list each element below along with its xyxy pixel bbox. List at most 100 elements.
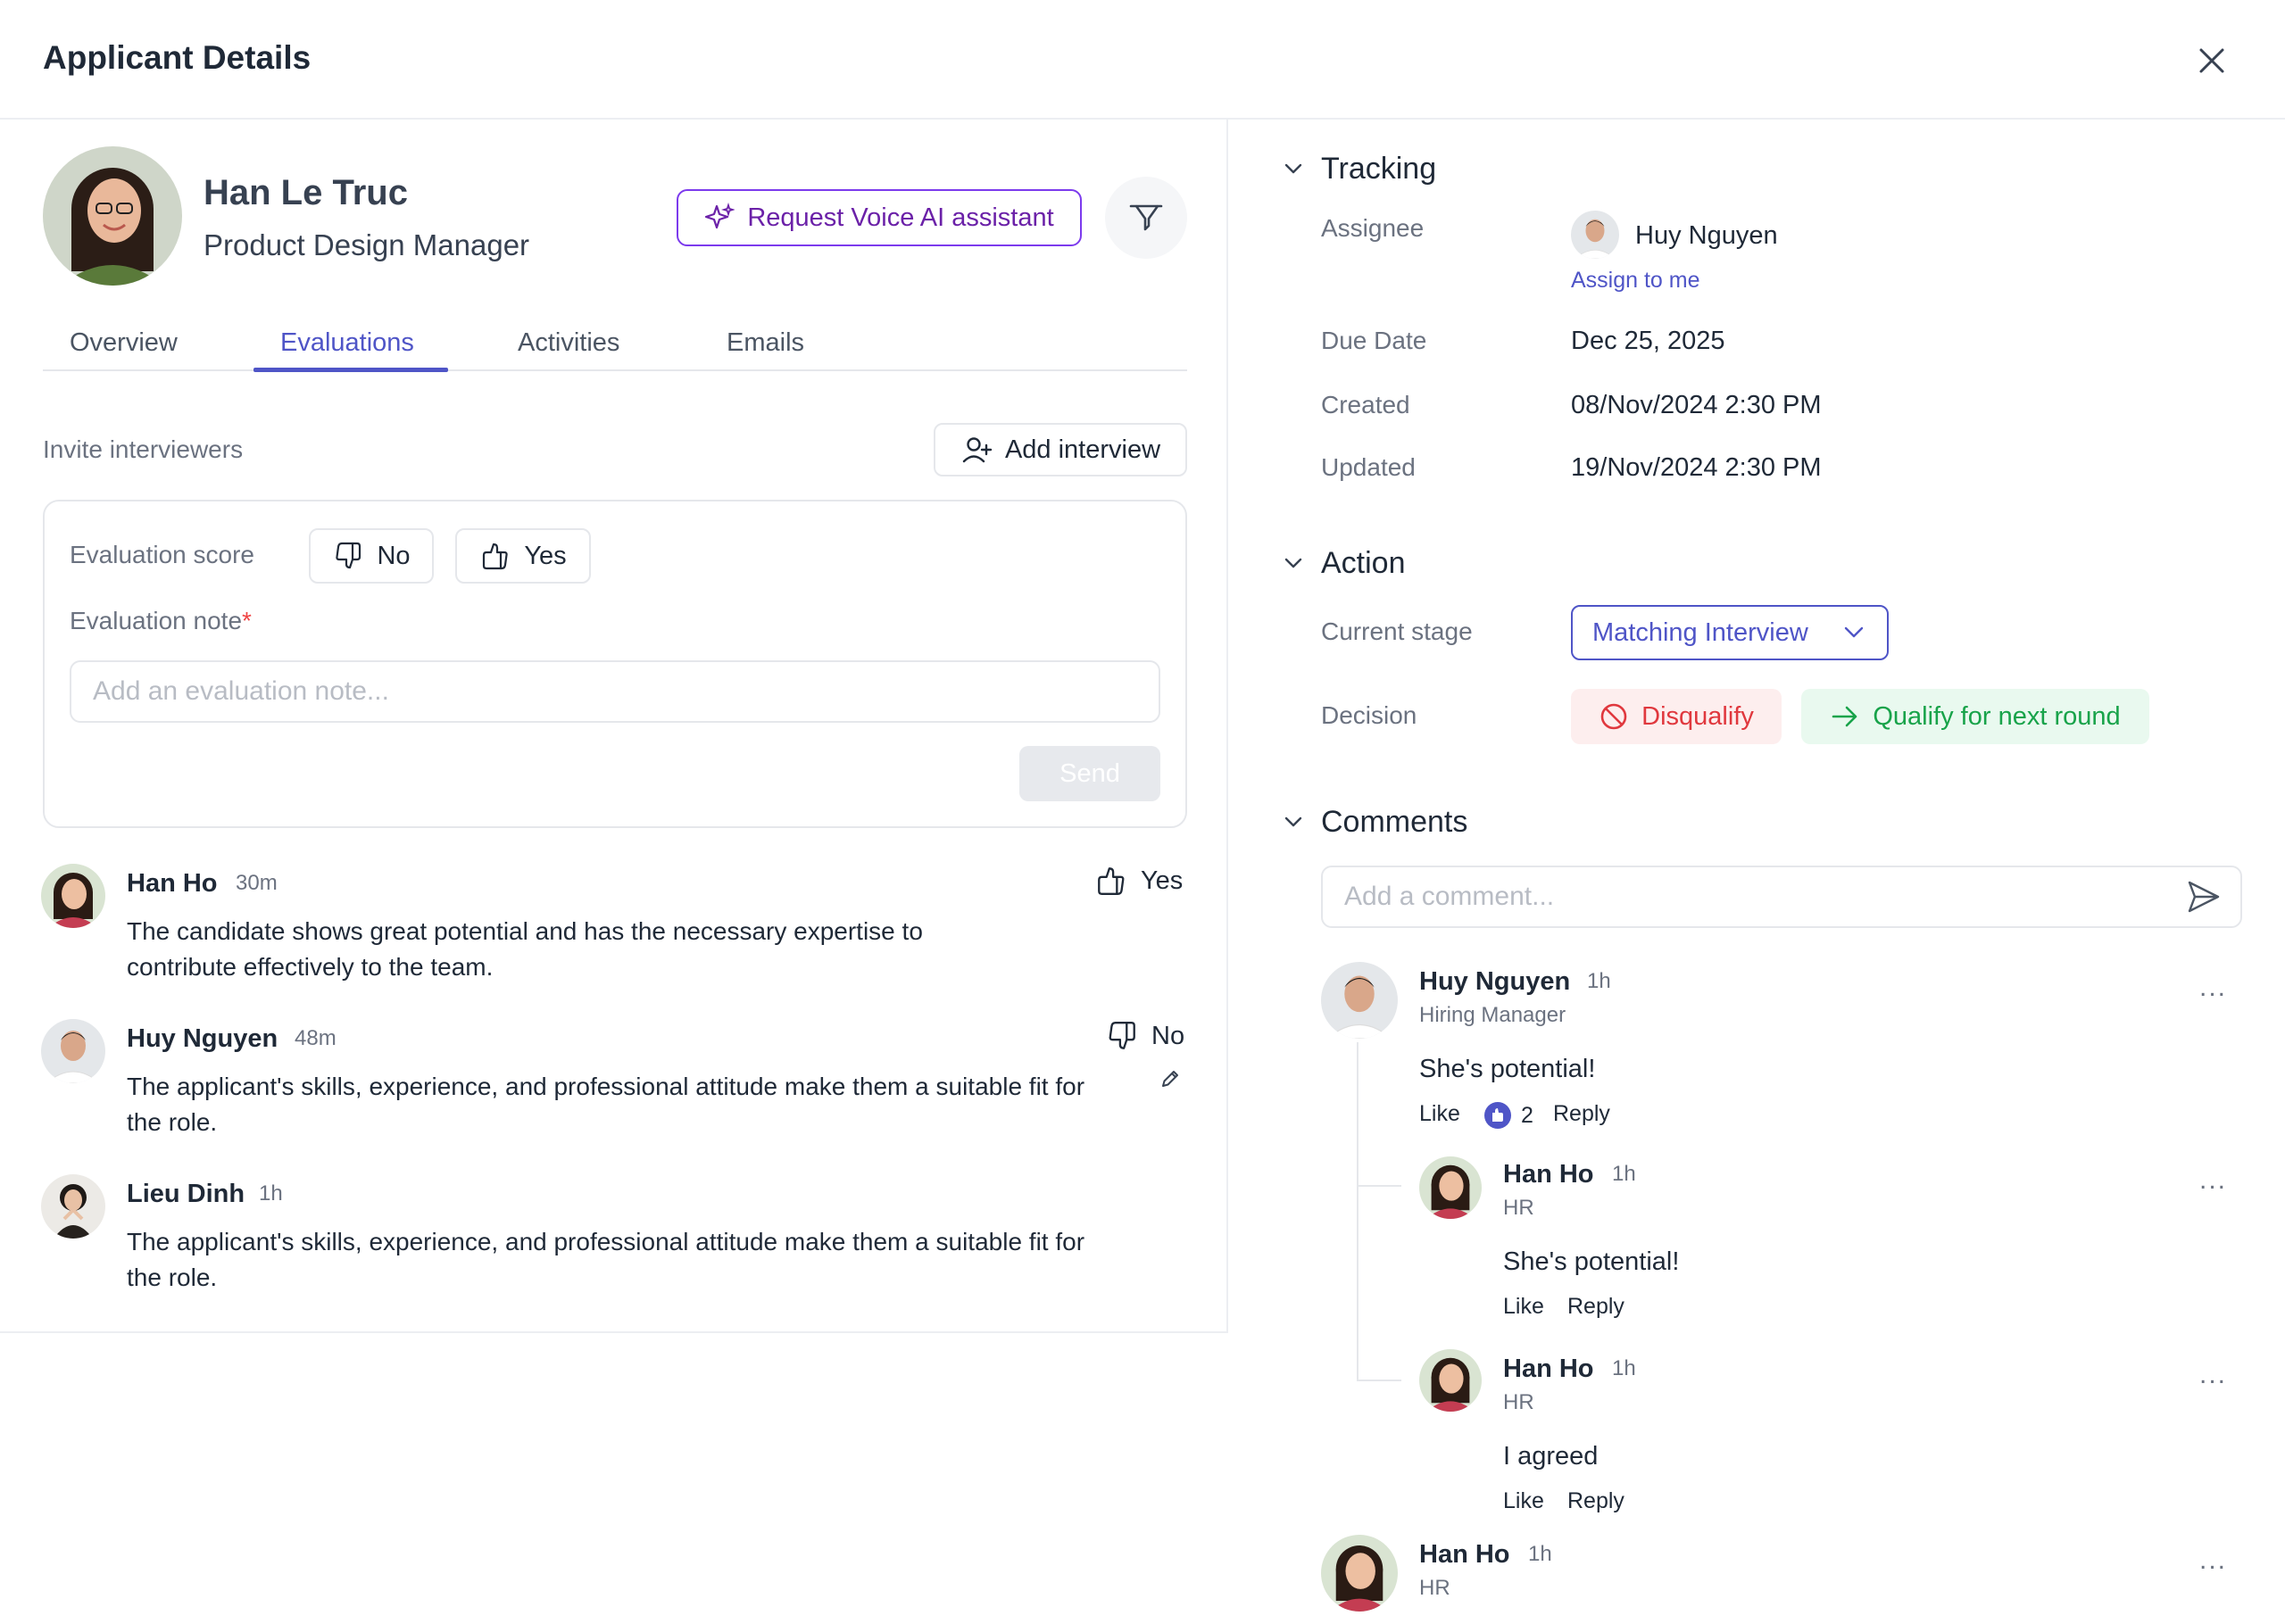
tab-overview[interactable]: Overview xyxy=(70,328,178,358)
qualify-next-round-label: Qualify for next round xyxy=(1873,701,2121,731)
filter-icon xyxy=(1129,204,1163,231)
chevron-down-icon xyxy=(1844,626,1864,638)
comment-author: Han Ho xyxy=(1419,1540,1510,1569)
evaluator-name: Huy Nguyen xyxy=(127,1024,278,1053)
comment-time: 1h xyxy=(1528,1542,1552,1566)
ban-icon xyxy=(1600,703,1627,730)
evaluation-text: The candidate shows great potential and … xyxy=(127,917,923,981)
comment-more-button[interactable]: ... xyxy=(2199,1545,2227,1576)
score-no-label: No xyxy=(377,541,411,570)
evaluation-vote: Yes xyxy=(1094,864,1183,898)
thread-line xyxy=(1357,1042,1359,1381)
updated-value: 19/Nov/2024 2:30 PM xyxy=(1571,453,1822,482)
tab-activities[interactable]: Activities xyxy=(518,328,619,358)
evaluation-time: 1h xyxy=(259,1181,283,1206)
comments-title: Comments xyxy=(1321,805,1468,839)
close-icon xyxy=(2199,48,2224,73)
disqualify-button[interactable]: Disqualify xyxy=(1571,689,1782,744)
chevron-down-icon xyxy=(1284,163,1302,174)
comment-time: 1h xyxy=(1612,1356,1636,1380)
current-stage-select[interactable]: Matching Interview xyxy=(1571,605,1889,660)
qualify-next-round-button[interactable]: Qualify for next round xyxy=(1801,689,2149,744)
avatar xyxy=(1321,1535,1398,1612)
comment-input[interactable] xyxy=(1321,866,2242,928)
reply-button[interactable]: Reply xyxy=(1567,1294,1624,1320)
reply-button[interactable]: Reply xyxy=(1553,1101,1610,1127)
avatar xyxy=(41,1019,105,1083)
arrow-right-icon xyxy=(1832,706,1857,727)
assignee-label: Assignee xyxy=(1321,214,1425,242)
like-button[interactable]: Like xyxy=(1503,1488,1544,1514)
comments-collapse-toggle[interactable] xyxy=(1280,808,1307,840)
tab-evaluations[interactable]: Evaluations xyxy=(280,328,414,358)
current-stage-value: Matching Interview xyxy=(1592,617,1808,647)
evaluation-vote: No xyxy=(1105,1019,1184,1053)
thread-branch xyxy=(1357,1380,1401,1381)
send-icon xyxy=(2188,881,2220,913)
current-stage-label: Current stage xyxy=(1321,617,1473,645)
comment-more-button[interactable]: ... xyxy=(2199,1165,2227,1196)
thumbs-up-icon xyxy=(1098,867,1125,895)
evaluation-vote-label: Yes xyxy=(1141,866,1184,895)
tracking-title: Tracking xyxy=(1321,152,1437,186)
send-comment-button[interactable] xyxy=(2185,878,2223,920)
request-voice-ai-button[interactable]: Request Voice AI assistant xyxy=(677,189,1082,246)
like-button[interactable]: Like xyxy=(1503,1294,1544,1320)
due-date-value: Dec 25, 2025 xyxy=(1571,327,1725,355)
decision-label: Decision xyxy=(1321,701,1417,729)
add-interview-button[interactable]: Add interview xyxy=(934,423,1187,476)
comment-time: 1h xyxy=(1612,1162,1636,1186)
close-button[interactable] xyxy=(2194,43,2230,79)
score-yes-label: Yes xyxy=(524,541,567,570)
evaluation-note-text: Evaluation note xyxy=(70,607,243,634)
filter-button[interactable] xyxy=(1105,177,1187,259)
applicant-details-dialog: Applicant Details Han Le Truc Product De… xyxy=(0,0,2285,1624)
chevron-down-icon xyxy=(1284,558,1302,568)
disqualify-label: Disqualify xyxy=(1641,701,1754,731)
send-evaluation-button[interactable]: Send xyxy=(1019,746,1160,801)
chevron-down-icon xyxy=(1284,816,1302,827)
evaluation-score-label: Evaluation score xyxy=(70,541,255,568)
dialog-title: Applicant Details xyxy=(43,39,312,76)
evaluation-text: The applicant's skills, experience, and … xyxy=(127,1228,1085,1291)
evaluation-time: 30m xyxy=(236,871,278,895)
reply-button[interactable]: Reply xyxy=(1567,1488,1624,1514)
edit-evaluation-button[interactable] xyxy=(1159,1067,1182,1095)
updated-label: Updated xyxy=(1321,453,1416,481)
assignee-avatar xyxy=(1571,211,1619,259)
comment-author-role: HR xyxy=(1503,1390,1534,1414)
active-tab-indicator xyxy=(253,368,448,372)
score-yes-button[interactable]: Yes xyxy=(455,528,591,584)
request-voice-ai-label: Request Voice AI assistant xyxy=(747,203,1054,232)
add-interview-label: Add interview xyxy=(1004,435,1161,464)
comment-author-role: Hiring Manager xyxy=(1419,1003,1566,1027)
comment-more-button[interactable]: ... xyxy=(2199,1360,2227,1390)
required-mark: * xyxy=(242,607,252,634)
evaluator-name: Lieu Dinh xyxy=(127,1180,245,1208)
evaluator-name: Han Ho xyxy=(127,869,218,898)
sparkle-icon xyxy=(705,203,735,229)
evaluation-vote-label: No xyxy=(1151,1021,1185,1050)
applicant-role: Product Design Manager xyxy=(204,228,530,261)
like-button[interactable]: Like xyxy=(1419,1101,1460,1127)
comment-time: 1h xyxy=(1587,969,1611,993)
like-badge-icon xyxy=(1484,1102,1511,1129)
tab-emails[interactable]: Emails xyxy=(727,328,804,358)
pencil-icon xyxy=(1162,1071,1178,1087)
assign-to-me-link[interactable]: Assign to me xyxy=(1571,268,1700,294)
thumbs-up-icon xyxy=(483,543,509,570)
score-no-button[interactable]: No xyxy=(309,528,434,584)
tracking-collapse-toggle[interactable] xyxy=(1280,155,1307,186)
evaluation-note-input[interactable] xyxy=(70,660,1160,723)
thumbs-down-icon xyxy=(336,542,361,569)
due-date-label: Due Date xyxy=(1321,327,1427,354)
like-count-value: 2 xyxy=(1521,1102,1533,1128)
evaluation-text: The applicant's skills, experience, and … xyxy=(127,1073,1085,1136)
comment-author-role: HR xyxy=(1503,1196,1534,1220)
tabs-divider xyxy=(43,369,1187,371)
evaluation-time: 48m xyxy=(295,1026,337,1050)
action-collapse-toggle[interactable] xyxy=(1280,550,1307,581)
avatar xyxy=(1419,1156,1482,1219)
comment-more-button[interactable]: ... xyxy=(2199,973,2227,1003)
applicant-avatar xyxy=(43,146,182,286)
